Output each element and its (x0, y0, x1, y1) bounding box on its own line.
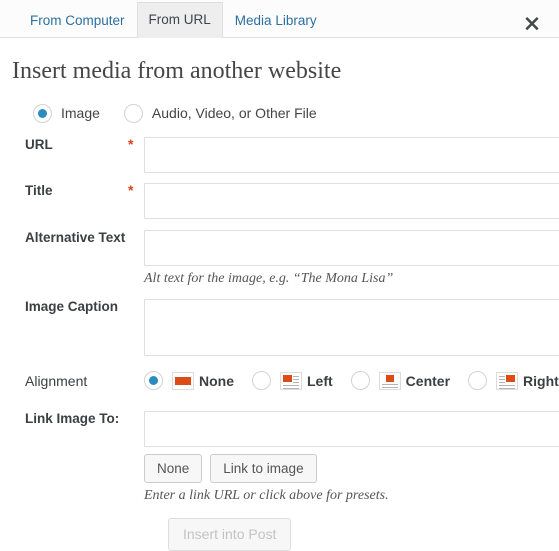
field-row-url: URL * (0, 135, 559, 173)
field-row-alignment: Alignment None Left Center Right (0, 366, 559, 396)
link-input[interactable] (144, 410, 559, 447)
dialog-tabbar: From Computer From URL Media Library (0, 0, 559, 38)
alt-text-label: Alternative Text (25, 229, 126, 245)
alignment-option-none-label: None (199, 372, 234, 389)
url-required-marker: * (128, 135, 134, 152)
radio-align-center[interactable] (350, 371, 370, 391)
link-preset-none-button[interactable]: None (144, 453, 203, 484)
media-type-group: Image Audio, Video, or Other File (33, 103, 559, 123)
close-icon[interactable] (522, 13, 542, 33)
tab-media-library[interactable]: Media Library (223, 3, 329, 39)
align-center-icon (378, 371, 401, 390)
radio-audio-video-other[interactable] (123, 103, 143, 123)
alignment-option-none[interactable]: None (144, 371, 234, 391)
alignment-option-left[interactable]: Left (252, 371, 333, 391)
radio-align-none[interactable] (144, 371, 163, 391)
media-type-other[interactable]: Audio, Video, or Other File (123, 103, 317, 123)
media-type-image[interactable]: Image (33, 103, 100, 123)
submit-row: Insert into Post (168, 518, 559, 551)
page-title: Insert media from another website (12, 58, 342, 84)
caption-input[interactable] (144, 298, 559, 356)
link-hint: Enter a link URL or click above for pres… (144, 488, 389, 504)
media-url-form: URL * Title * Alternative Text Alt text … (0, 135, 559, 551)
link-label: Link Image To: (25, 410, 120, 426)
alignment-option-center[interactable]: Center (350, 371, 451, 391)
title-input[interactable] (144, 182, 559, 219)
alignment-option-left-label: Left (307, 372, 333, 389)
title-required-marker: * (128, 181, 134, 198)
align-left-icon (280, 371, 302, 390)
link-preset-buttons: None Link to image (144, 453, 559, 484)
tab-from-computer[interactable]: From Computer (18, 3, 137, 39)
alt-text-input[interactable] (144, 229, 559, 266)
dialog-content: Insert media from another website Image … (0, 57, 559, 551)
url-label: URL (25, 136, 53, 152)
field-row-title: Title * (0, 181, 559, 219)
media-type-other-label: Audio, Video, or Other File (151, 105, 317, 122)
align-none-icon (172, 371, 194, 390)
field-row-link: Link Image To: None Link to image Enter … (0, 410, 559, 505)
insert-into-post-button[interactable]: Insert into Post (168, 518, 292, 551)
radio-align-left[interactable] (252, 371, 271, 391)
alt-text-hint: Alt text for the image, e.g. “The Mona L… (144, 270, 394, 286)
alignment-option-right-label: Right (523, 372, 559, 389)
link-preset-image-button[interactable]: Link to image (210, 453, 317, 484)
alignment-option-right[interactable]: Right (468, 371, 559, 391)
alignment-group: None Left Center Right (144, 371, 559, 391)
radio-image[interactable] (33, 103, 52, 123)
url-input[interactable] (144, 136, 559, 173)
tab-from-url[interactable]: From URL (136, 1, 223, 38)
field-row-alt-text: Alternative Text Alt text for the image,… (0, 229, 559, 287)
radio-align-right[interactable] (468, 371, 488, 391)
tab-list: From Computer From URL Media Library (18, 1, 329, 39)
align-right-icon (496, 371, 519, 390)
title-label: Title (25, 182, 53, 198)
field-row-caption: Image Caption (0, 298, 559, 356)
alignment-option-center-label: Center (405, 372, 451, 389)
caption-label: Image Caption (25, 298, 119, 314)
alignment-label: Alignment (25, 372, 88, 389)
media-type-image-label: Image (61, 105, 100, 122)
